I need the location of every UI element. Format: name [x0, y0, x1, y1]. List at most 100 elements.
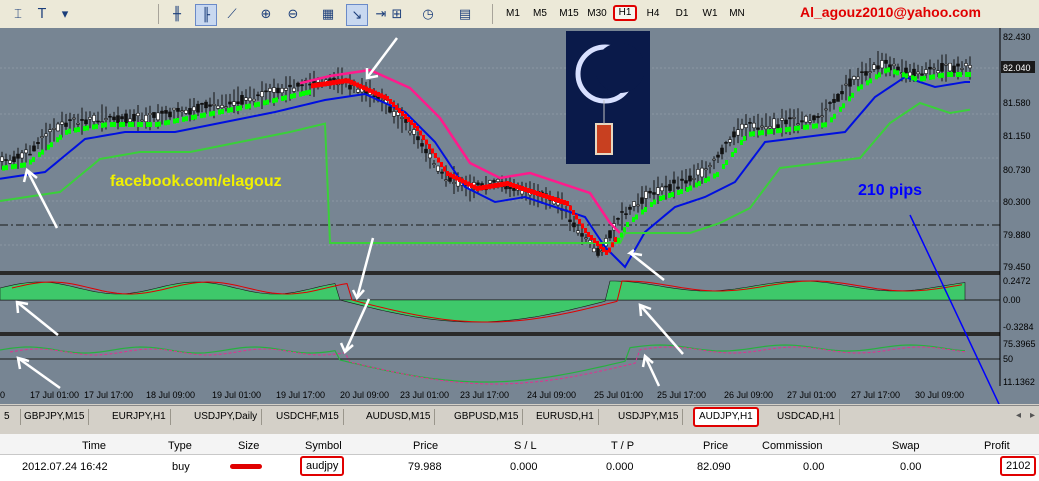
candle-body — [168, 111, 172, 118]
bull-dot — [59, 134, 62, 140]
candle-body — [860, 71, 864, 73]
bull-dot — [635, 214, 638, 220]
tab-usdjpy-m15[interactable]: USDJPY,M15 — [614, 409, 684, 425]
candle-body — [656, 187, 660, 195]
candle-body — [684, 180, 688, 184]
header-swap[interactable]: Swap — [892, 438, 920, 454]
bear-dot — [329, 80, 332, 86]
autoscroll-icon[interactable]: ↘ — [346, 4, 368, 26]
candle-body — [412, 129, 416, 135]
periods-clock-icon[interactable]: ◷ — [418, 4, 438, 24]
tab-gbpjpy-m15[interactable]: GBPJPY,M15 — [20, 409, 90, 425]
crosshair-icon[interactable]: ⌶ — [8, 4, 28, 24]
candle-body — [940, 63, 944, 72]
price-chart[interactable]: facebook.com/elagouz 210 pips 82.430 81.… — [0, 28, 1039, 454]
candle-body — [244, 97, 248, 101]
candle-body — [740, 123, 744, 130]
candle-body — [716, 154, 720, 158]
header-tp[interactable]: T / P — [611, 438, 634, 454]
time-label: 23 Jul 17:00 — [460, 390, 509, 400]
bear-dot — [611, 242, 614, 248]
trade-table: Time Type Size Symbol Price S / L T / P … — [0, 434, 1039, 481]
header-symbol[interactable]: Symbol — [305, 438, 342, 454]
templates-icon[interactable]: ▤ — [455, 4, 475, 24]
bear-dot — [386, 96, 389, 101]
timeframe-m15[interactable]: M15 — [556, 6, 582, 22]
objects-dropdown-icon[interactable]: ▾ — [55, 4, 75, 24]
separator-macd — [0, 332, 1000, 336]
cell-profit: 2102 — [1000, 456, 1037, 476]
header-size[interactable]: Size — [238, 438, 259, 454]
header-time[interactable]: Time — [82, 438, 106, 454]
bear-dot — [533, 190, 536, 195]
header-price[interactable]: Price — [413, 438, 438, 454]
tab-usdjpy-daily[interactable]: USDJPY,Daily — [190, 409, 263, 425]
bull-dot — [779, 127, 782, 133]
timeframe-m30[interactable]: M30 — [584, 6, 610, 22]
candle-body — [608, 230, 612, 239]
header-commission[interactable]: Commission — [762, 438, 823, 454]
timeframe-h1[interactable]: H1 — [613, 5, 637, 21]
bull-dot — [956, 72, 959, 77]
zoom-out-icon[interactable]: ⊖ — [283, 4, 303, 24]
bar-chart-icon[interactable]: ╫ — [167, 4, 187, 24]
bull-dot — [632, 217, 635, 222]
candle-body — [256, 94, 260, 97]
bear-dot — [467, 181, 470, 187]
candle-body — [724, 142, 728, 144]
timeframe-m5[interactable]: M5 — [527, 6, 553, 22]
timeframe-h4[interactable]: H4 — [640, 6, 666, 22]
header-sl[interactable]: S / L — [514, 438, 537, 454]
timeframe-d1[interactable]: D1 — [669, 6, 695, 22]
separator-main — [0, 271, 1000, 275]
header-type[interactable]: Type — [168, 438, 192, 454]
candle-body — [228, 101, 232, 105]
candle-body — [224, 106, 228, 108]
bear-dot — [605, 250, 608, 255]
candle-body — [136, 112, 140, 116]
osc-label: 50 — [1003, 354, 1013, 364]
candle-body — [688, 175, 692, 182]
tab-audusd-m15[interactable]: AUDUSD,M15 — [362, 409, 436, 425]
tab-scroll-left-icon[interactable]: ◂ — [1016, 410, 1021, 421]
tab-eurusd-h1[interactable]: EURUSD,H1 — [532, 409, 599, 425]
header-current-price[interactable]: Price — [703, 438, 728, 454]
bear-dot — [347, 78, 350, 84]
tab-leading[interactable]: 5 — [0, 409, 21, 425]
bull-dot — [902, 72, 905, 78]
bull-dot — [275, 97, 278, 103]
tab-usdchf-m15[interactable]: USDCHF,M15 — [272, 409, 344, 425]
candle-body — [248, 97, 252, 102]
timeframe-w1[interactable]: W1 — [697, 6, 723, 22]
candlestick-icon[interactable]: ╟ — [195, 4, 217, 26]
candle-body — [584, 237, 588, 240]
candle-body — [96, 120, 100, 123]
candle-body — [52, 128, 56, 130]
tile-windows-icon[interactable]: ▦ — [318, 4, 338, 24]
tab-scroll-right-icon[interactable]: ▸ — [1030, 410, 1035, 421]
tab-eurjpy-h1[interactable]: EURJPY,H1 — [108, 409, 171, 425]
tab-audjpy-h1[interactable]: AUDJPY,H1 — [693, 407, 759, 427]
candle-body — [48, 129, 52, 132]
chart-window[interactable]: facebook.com/elagouz 210 pips 82.430 81.… — [0, 28, 1039, 454]
indicators-icon[interactable]: ⊞ — [387, 4, 407, 24]
timeframe-m1[interactable]: M1 — [500, 6, 526, 22]
bull-dot — [164, 120, 167, 126]
timeframe-mn[interactable]: MN — [724, 6, 750, 22]
tab-gbpusd-m15[interactable]: GBPUSD,M15 — [450, 409, 524, 425]
zoom-in-icon[interactable]: ⊕ — [256, 4, 276, 24]
candle-body — [820, 115, 824, 118]
text-icon[interactable]: T — [32, 4, 52, 24]
candle-body — [100, 121, 104, 123]
line-chart-icon[interactable]: ⟋ — [222, 4, 242, 24]
candle-body — [420, 143, 424, 147]
tab-usdcad-h1[interactable]: USDCAD,H1 — [773, 409, 840, 425]
bull-dot — [65, 129, 68, 135]
bull-dot — [878, 72, 881, 78]
bull-dot — [272, 98, 275, 104]
bear-dot — [572, 210, 575, 215]
candle-body — [748, 122, 752, 124]
bull-dot — [122, 122, 125, 127]
bull-dot — [68, 128, 71, 134]
header-profit[interactable]: Profit — [984, 438, 1010, 454]
